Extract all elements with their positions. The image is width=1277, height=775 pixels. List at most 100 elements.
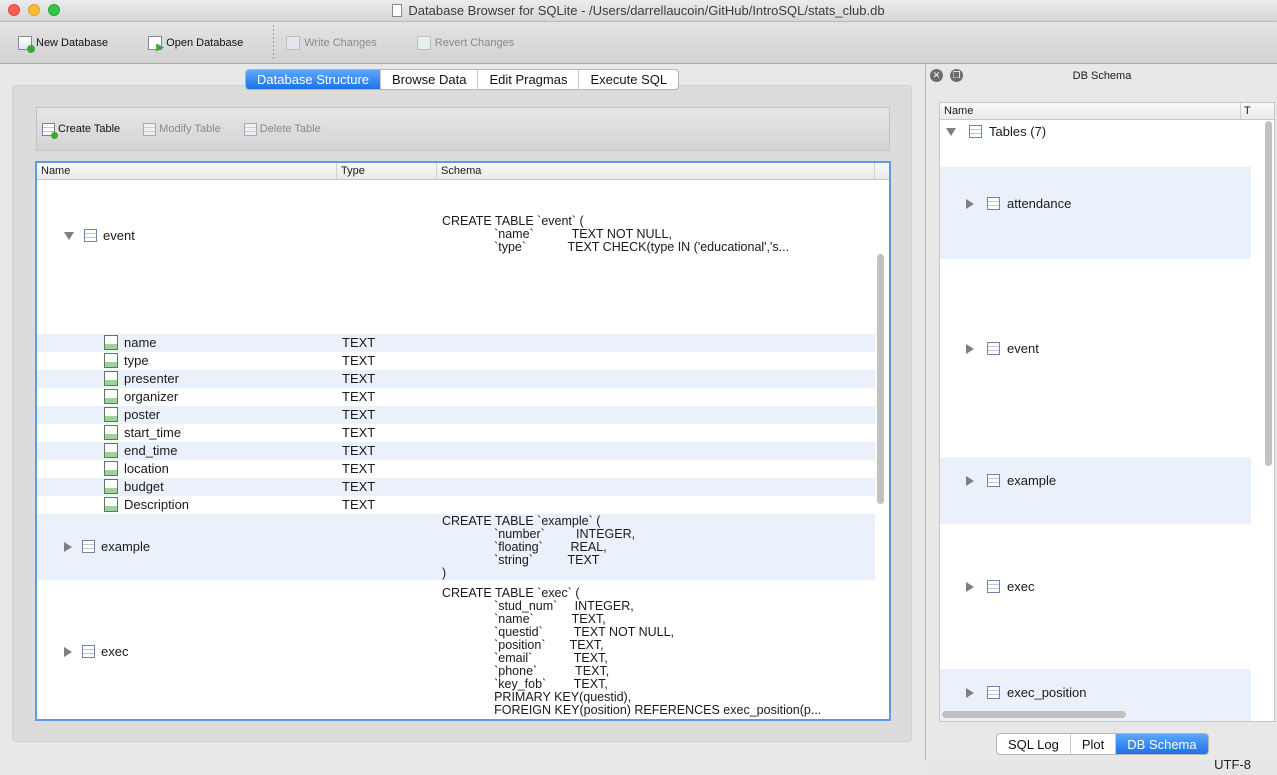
- revert-changes-button[interactable]: Revert Changes: [416, 32, 514, 54]
- modify-table-label: Modify Table: [159, 123, 221, 135]
- open-database-button[interactable]: Open Database: [148, 32, 243, 54]
- field-name: budget: [124, 479, 164, 494]
- column-header-type[interactable]: Type: [337, 163, 437, 179]
- field-type: TEXT: [342, 479, 376, 494]
- field-row[interactable]: name TEXT: [37, 334, 875, 352]
- dock-float-icon[interactable]: ❐: [950, 69, 963, 82]
- schema-table-item[interactable]: exec: [966, 579, 1034, 594]
- toolbar-separator: [273, 24, 275, 61]
- table-row[interactable]: example CREATE TABLE `example` ( `number…: [37, 514, 875, 580]
- window-controls: [8, 4, 60, 16]
- schema-horizontal-scrollbar[interactable]: [942, 710, 1258, 719]
- tab-browse-data[interactable]: Browse Data: [381, 70, 479, 89]
- field-icon: [104, 335, 118, 350]
- field-name-cell: budget: [104, 479, 164, 494]
- title-bar: Database Browser for SQLite - /Users/dar…: [0, 0, 1277, 22]
- field-type: TEXT: [342, 461, 376, 476]
- schema-table-row[interactable]: [940, 457, 1251, 524]
- field-type: TEXT: [342, 335, 376, 350]
- field-name-cell: poster: [104, 407, 160, 422]
- schema-table-item[interactable]: example: [966, 473, 1056, 488]
- structure-tree[interactable]: Name Type Schema event CREATE TABLE `eve…: [35, 161, 891, 721]
- zoom-window-button[interactable]: [48, 4, 60, 16]
- expanded-arrow-icon[interactable]: [946, 127, 956, 136]
- write-changes-label: Write Changes: [304, 36, 377, 49]
- close-window-button[interactable]: [8, 4, 20, 16]
- collapsed-arrow-icon[interactable]: [966, 343, 974, 354]
- minimize-window-button[interactable]: [28, 4, 40, 16]
- tab-plot[interactable]: Plot: [1071, 734, 1117, 754]
- field-icon: [104, 479, 118, 494]
- field-row[interactable]: poster TEXT: [37, 406, 875, 424]
- scrollbar-thumb[interactable]: [877, 254, 884, 504]
- collapsed-arrow-icon[interactable]: [966, 198, 974, 209]
- table-icon: [82, 540, 95, 553]
- field-row[interactable]: Description TEXT: [37, 496, 875, 514]
- table-name: example: [101, 539, 151, 554]
- collapsed-arrow-icon[interactable]: [966, 581, 974, 592]
- window-title: Database Browser for SQLite - /Users/dar…: [392, 3, 885, 18]
- schema-table-row[interactable]: [940, 524, 1251, 669]
- field-name-cell: end_time: [104, 443, 177, 458]
- tab-edit-pragmas[interactable]: Edit Pragmas: [478, 70, 580, 89]
- schema-vertical-scrollbar[interactable]: [1263, 121, 1273, 711]
- schema-table-item[interactable]: exec_position: [966, 685, 1087, 700]
- tables-root[interactable]: Tables (7): [946, 124, 1046, 139]
- field-name-cell: name: [104, 335, 157, 350]
- dock-close-icon[interactable]: ✕: [930, 69, 943, 82]
- schema-table-item[interactable]: event: [966, 341, 1039, 356]
- table-row[interactable]: event CREATE TABLE `event` ( `name` TEXT…: [37, 181, 875, 333]
- vertical-scrollbar[interactable]: [875, 181, 887, 719]
- field-icon: [104, 443, 118, 458]
- schema-table-row[interactable]: [940, 167, 1251, 259]
- schema-tree[interactable]: Name T Tables (7) attendance event example…: [939, 102, 1275, 722]
- tab-database-structure[interactable]: Database Structure: [246, 70, 382, 89]
- field-icon: [104, 407, 118, 422]
- new-database-button[interactable]: New Database: [18, 32, 108, 54]
- structure-toolbar: Create Table Modify Table Delete Table: [36, 107, 890, 151]
- field-row[interactable]: presenter TEXT: [37, 370, 875, 388]
- field-name: name: [124, 335, 157, 350]
- dock-tabs: SQL Log Plot DB Schema: [996, 733, 1209, 755]
- schema-table-name: exec_position: [1007, 685, 1087, 700]
- collapsed-arrow-icon[interactable]: [64, 646, 72, 657]
- scrollbar-thumb[interactable]: [1265, 121, 1272, 466]
- collapsed-arrow-icon[interactable]: [966, 475, 974, 486]
- field-row[interactable]: budget TEXT: [37, 478, 875, 496]
- column-header-type[interactable]: T: [1244, 105, 1251, 117]
- write-changes-button[interactable]: Write Changes: [286, 32, 377, 54]
- open-database-icon: [148, 35, 163, 50]
- field-row[interactable]: location TEXT: [37, 460, 875, 478]
- field-row[interactable]: organizer TEXT: [37, 388, 875, 406]
- table-icon: [969, 125, 982, 138]
- tab-execute-sql[interactable]: Execute SQL: [579, 70, 678, 89]
- schema-tree-header: Name T: [940, 103, 1274, 120]
- field-row[interactable]: start_time TEXT: [37, 424, 875, 442]
- tab-db-schema[interactable]: DB Schema: [1116, 734, 1208, 754]
- field-name: poster: [124, 407, 161, 422]
- column-header-schema[interactable]: Schema: [437, 163, 875, 179]
- field-row[interactable]: type TEXT: [37, 352, 875, 370]
- schema-table-name: exec: [1007, 579, 1035, 594]
- column-header-name[interactable]: Name: [944, 105, 973, 117]
- collapsed-arrow-icon[interactable]: [966, 687, 974, 698]
- table-name-cell: exec: [64, 644, 128, 659]
- collapsed-arrow-icon[interactable]: [64, 541, 72, 552]
- table-icon: [987, 474, 1000, 487]
- scrollbar-thumb[interactable]: [942, 711, 1126, 718]
- table-row[interactable]: exec CREATE TABLE `exec` ( `stud_num` IN…: [37, 581, 875, 719]
- table-name: event: [103, 228, 135, 243]
- schema-table-row[interactable]: [940, 259, 1251, 457]
- field-type: TEXT: [342, 425, 376, 440]
- expanded-arrow-icon[interactable]: [64, 231, 74, 240]
- field-type: TEXT: [342, 407, 376, 422]
- schema-table-item[interactable]: attendance: [966, 196, 1071, 211]
- create-table-button[interactable]: Create Table: [42, 122, 120, 139]
- field-name: organizer: [124, 389, 179, 404]
- tab-sql-log[interactable]: SQL Log: [997, 734, 1071, 754]
- table-icon: [987, 197, 1000, 210]
- modify-table-button[interactable]: Modify Table: [143, 122, 221, 136]
- delete-table-button[interactable]: Delete Table: [243, 122, 321, 136]
- field-row[interactable]: end_time TEXT: [37, 442, 875, 460]
- column-header-name[interactable]: Name: [37, 163, 337, 179]
